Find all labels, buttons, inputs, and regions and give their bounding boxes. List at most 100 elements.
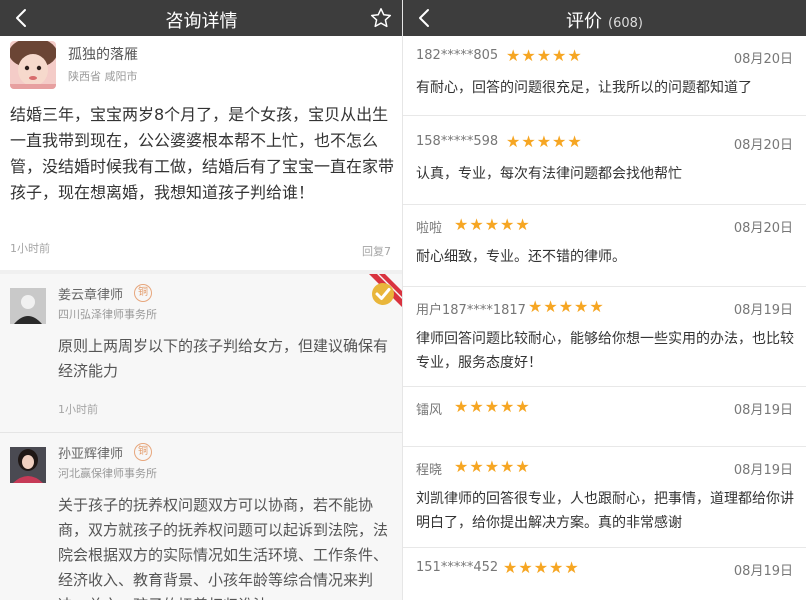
- star-icon: ★: [500, 397, 515, 416]
- star-rating: ★ ★ ★ ★ ★: [506, 47, 582, 65]
- review-user: 用户187****1817: [416, 303, 526, 318]
- review-user: 镭风: [416, 403, 443, 418]
- review-count: (608): [608, 16, 643, 31]
- star-icon: ★: [454, 457, 469, 476]
- star-icon: ★: [484, 457, 500, 476]
- star-icon: ★: [521, 132, 536, 151]
- star-icon: ★: [500, 457, 515, 476]
- review-item: 镭风 ★ ★ ★ ★ ★ 08月19日: [403, 387, 806, 447]
- bronze-badge: 铜: [134, 443, 152, 461]
- review-comment: 认真，专业，每次有法律问题都会找他帮忙: [416, 166, 682, 182]
- star-icon: ★: [567, 132, 582, 151]
- review-date: 08月20日: [733, 138, 793, 153]
- star-icon: ★: [469, 397, 484, 416]
- consult-detail-screen: 咨询详情 孤独的落雁 陕西省 咸阳市 结婚三年，宝宝两岁8个月了，是个女孩，宝贝…: [0, 0, 403, 600]
- page-title-text: 评价: [566, 11, 603, 32]
- star-icon: ★: [506, 132, 521, 151]
- star-icon: ★: [552, 132, 567, 151]
- answer-item: 孙亚辉律师 铜 河北赢保律师事务所 关于孩子的抚养权问题双方可以协商，若不能协商…: [0, 433, 403, 600]
- nav-bar: 咨询详情: [0, 0, 403, 36]
- review-date: 08月19日: [733, 403, 793, 418]
- star-icon: ★: [536, 132, 552, 151]
- review-date: 08月19日: [733, 463, 793, 478]
- star-rating: ★ ★ ★ ★ ★: [454, 458, 530, 476]
- law-firm: 四川弘泽律师事务所: [58, 308, 157, 321]
- star-icon: ★: [484, 215, 500, 234]
- lawyer-name[interactable]: 姜云章律师: [58, 284, 123, 303]
- star-icon: ★: [469, 457, 484, 476]
- app-screen: 咨询详情 孤独的落雁 陕西省 咸阳市 结婚三年，宝宝两岁8个月了，是个女孩，宝贝…: [0, 0, 806, 600]
- star-icon: ★: [543, 297, 558, 316]
- answer-text: 关于孩子的抚养权问题双方可以协商，若不能协商，双方就孩子的抚养权问题可以起诉到法…: [58, 496, 389, 600]
- law-firm: 河北赢保律师事务所: [58, 467, 157, 480]
- star-rating: ★ ★ ★ ★ ★: [454, 398, 530, 416]
- star-icon: ★: [503, 558, 518, 577]
- star-icon: ★: [528, 297, 543, 316]
- asker-location: 陕西省 咸阳市: [68, 70, 138, 83]
- star-icon: ★: [521, 46, 536, 65]
- question-text: 结婚三年，宝宝两岁8个月了，是个女孩，宝贝从出生一直我带到现在，公公婆婆根本帮不…: [10, 105, 395, 202]
- review-comment: 刘凯律师的回答很专业，人也跟耐心，把事情，道理都给你讲明白了，给你提出解决方案。…: [416, 491, 794, 531]
- star-icon: ★: [469, 215, 484, 234]
- review-date: 08月19日: [733, 303, 793, 318]
- review-item: 158*****598 ★ ★ ★ ★ ★ 08月20日 认真，专业，每次有法律问题都会…: [403, 122, 806, 205]
- review-separator: [403, 115, 806, 116]
- review-comment: 有耐心，回答的问题很充足，让我所以的问题都知道了: [416, 80, 752, 96]
- asker-avatar[interactable]: [10, 41, 56, 89]
- review-user: 158*****598: [416, 134, 499, 149]
- review-date: 08月20日: [733, 52, 793, 67]
- review-item: 151*****452 ★ ★ ★ ★ ★ 08月19日: [403, 548, 806, 600]
- answer-text: 原则上两周岁以下的孩子判给女方，但建议确保有经济能力: [58, 337, 389, 380]
- review-item: 用户187****1817 ★ ★ ★ ★ ★ 08月19日 律师回答问题比较耐心，能够…: [403, 287, 806, 387]
- star-rating: ★ ★ ★ ★ ★: [503, 559, 579, 577]
- star-icon: ★: [567, 46, 582, 65]
- star-icon: ★: [536, 46, 552, 65]
- star-icon: ★: [506, 46, 521, 65]
- asker-name[interactable]: 孤独的落雁: [68, 44, 138, 64]
- answer-item: 姜云章律师 铜 四川弘泽律师事务所 原则上两周岁以下的孩子判给女方，但建议确保有…: [0, 274, 403, 433]
- review-user: 啦啦: [416, 221, 443, 236]
- star-rating: ★ ★ ★ ★ ★: [454, 216, 530, 234]
- page-title: 评价 (608): [403, 7, 806, 33]
- star-icon: ★: [558, 297, 574, 316]
- star-icon: ★: [500, 215, 515, 234]
- star-icon: ★: [454, 397, 469, 416]
- question-card: 孤独的落雁 陕西省 咸阳市 结婚三年，宝宝两岁8个月了，是个女孩，宝贝从出生一直…: [0, 36, 403, 273]
- star-rating: ★ ★ ★ ★ ★: [506, 133, 582, 151]
- question-time: 1小时前: [10, 242, 50, 255]
- review-item: 啦啦 ★ ★ ★ ★ ★ 08月20日 耐心细致，专业。还不错的律师。: [403, 205, 806, 287]
- review-user: 182*****805: [416, 48, 499, 63]
- star-icon: ★: [552, 46, 567, 65]
- review-item: 程晓 ★ ★ ★ ★ ★ 08月19日 刘凯律师的回答很专业，人也跟耐心，把事情，道理都…: [403, 447, 806, 548]
- review-comment: 律师回答问题比较耐心，能够给你想一些实用的办法，也比较专业，服务态度好！: [416, 331, 794, 371]
- review-date: 08月19日: [733, 564, 793, 579]
- lawyer-avatar[interactable]: [10, 447, 46, 483]
- nav-bar: 评价 (608): [403, 0, 806, 36]
- reply-count[interactable]: 回复7: [362, 243, 391, 259]
- star-icon: ★: [454, 215, 469, 234]
- star-rating: ★ ★ ★ ★ ★: [528, 298, 604, 316]
- favorite-star-icon[interactable]: [369, 6, 393, 30]
- star-icon: ★: [518, 558, 533, 577]
- lawyer-avatar[interactable]: [10, 288, 46, 324]
- star-icon: ★: [574, 297, 589, 316]
- star-icon: ★: [533, 558, 549, 577]
- page-title: 咨询详情: [165, 11, 238, 32]
- star-icon: ★: [515, 215, 530, 234]
- review-user: 程晓: [416, 463, 443, 478]
- review-user: 151*****452: [416, 560, 499, 575]
- star-icon: ★: [515, 397, 530, 416]
- accepted-check-icon: [369, 274, 403, 308]
- reviews-screen: 评价 (608) 182*****805 ★ ★ ★ ★ ★ 08月20日 有耐心，回答的…: [403, 0, 806, 600]
- star-icon: ★: [484, 397, 500, 416]
- star-icon: ★: [589, 297, 604, 316]
- lawyer-name[interactable]: 孙亚辉律师: [58, 443, 123, 462]
- star-icon: ★: [564, 558, 579, 577]
- review-date: 08月20日: [733, 221, 793, 236]
- review-item: 182*****805 ★ ★ ★ ★ ★ 08月20日 有耐心，回答的问题很充足，让我…: [403, 36, 806, 116]
- bronze-badge: 铜: [134, 284, 152, 302]
- star-icon: ★: [549, 558, 564, 577]
- star-icon: ★: [515, 457, 530, 476]
- review-comment: 耐心细致，专业。还不错的律师。: [416, 249, 626, 265]
- answer-time: 1小时前: [58, 403, 98, 416]
